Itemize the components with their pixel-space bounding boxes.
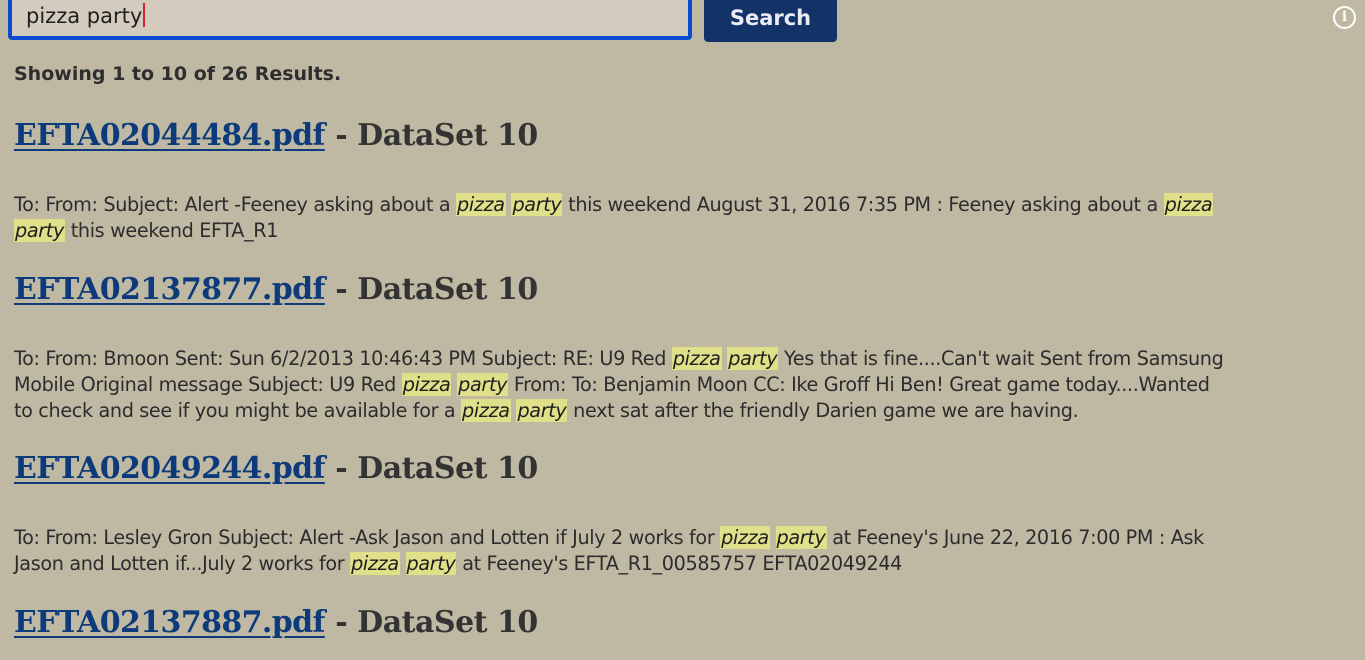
highlighted-term: pizza	[720, 526, 770, 549]
snippet-line: Jason and Lotten if...July 2 works for p…	[14, 551, 1362, 577]
snippet-text: this weekend EFTA_R1	[64, 219, 279, 242]
snippet-text: To: From: Subject: Alert -Feeney asking …	[14, 193, 457, 216]
result-title: EFTA02137877.pdf - DataSet 10	[14, 272, 538, 307]
result-dataset: - DataSet 10	[335, 118, 538, 153]
snippet-text	[770, 526, 776, 549]
result-dataset: - DataSet 10	[335, 272, 538, 307]
search-input-box[interactable]: pizza party	[8, 0, 692, 40]
snippet-text: To: From: Bmoon Sent: Sun 6/2/2013 10:46…	[14, 347, 672, 370]
snippet-text: From: To: Benjamin Moon CC: Ike Groff Hi…	[508, 373, 1210, 396]
snippet-text: next sat after the friendly Darien game …	[567, 399, 1079, 422]
snippet-text: Jason and Lotten if...July 2 works for	[14, 552, 351, 575]
highlighted-term: party	[727, 347, 779, 370]
snippet-line: to check and see if you might be availab…	[14, 398, 1362, 424]
search-button[interactable]: Search	[704, 0, 837, 42]
highlighted-term: party	[14, 219, 65, 242]
result-count: Showing 1 to 10 of 26 Results.	[14, 63, 342, 85]
highlighted-term: party	[457, 373, 509, 396]
result-dataset: - DataSet 10	[335, 605, 538, 640]
search-query-text: pizza party	[26, 4, 143, 28]
snippet-line: Mobile Original message Subject: U9 Red …	[14, 372, 1362, 398]
result-title: EFTA02049244.pdf - DataSet 10	[14, 451, 538, 486]
highlighted-term: party	[775, 526, 827, 549]
search-results-page: pizza party Search i Showing 1 to 10 of …	[0, 0, 1365, 660]
snippet-line: To: From: Bmoon Sent: Sun 6/2/2013 10:46…	[14, 346, 1362, 372]
result-snippet: To: From: Bmoon Sent: Sun 6/2/2013 10:46…	[14, 346, 1362, 424]
snippet-line: party this weekend EFTA_R1	[14, 218, 1362, 244]
result-file-link[interactable]: EFTA02137877.pdf	[14, 272, 325, 307]
snippet-text: Mobile Original message Subject: U9 Red	[14, 373, 402, 396]
result-dataset: - DataSet 10	[335, 451, 538, 486]
result-snippet: To: From: Lesley Gron Subject: Alert -As…	[14, 525, 1362, 577]
snippet-text: this weekend August 31, 2016 7:35 PM : F…	[562, 193, 1164, 216]
highlighted-term: party	[511, 193, 563, 216]
result-snippet: To: From: Subject: Alert -Feeney asking …	[14, 192, 1362, 244]
snippet-text: at Feeney's EFTA_R1_00585757 EFTA0204924…	[456, 552, 903, 575]
highlighted-term: pizza	[671, 347, 722, 370]
snippet-text: to check and see if you might be availab…	[14, 399, 462, 422]
result-title: EFTA02137887.pdf - DataSet 10	[14, 605, 538, 640]
snippet-line: To: From: Subject: Alert -Feeney asking …	[14, 192, 1362, 218]
highlighted-term: pizza	[456, 193, 506, 216]
snippet-line: To: From: Lesley Gron Subject: Alert -As…	[14, 525, 1362, 551]
result-file-link[interactable]: EFTA02044484.pdf	[14, 118, 325, 153]
search-input[interactable]: pizza party	[12, 3, 146, 36]
snippet-text: at Feeney's June 22, 2016 7:00 PM : Ask	[826, 526, 1204, 549]
highlighted-term: pizza	[461, 399, 511, 422]
highlighted-term: pizza	[1163, 193, 1214, 216]
highlighted-term: pizza	[350, 552, 400, 575]
highlighted-term: pizza	[401, 373, 452, 396]
result-title: EFTA02044484.pdf - DataSet 10	[14, 118, 538, 153]
result-file-link[interactable]: EFTA02049244.pdf	[14, 451, 325, 486]
highlighted-term: party	[405, 552, 457, 575]
snippet-text: To: From: Lesley Gron Subject: Alert -As…	[14, 526, 721, 549]
result-file-link[interactable]: EFTA02137887.pdf	[14, 605, 325, 640]
text-caret	[143, 3, 146, 27]
info-icon[interactable]: i	[1333, 6, 1356, 29]
snippet-text: Yes that is fine....Can't wait Sent from…	[778, 347, 1224, 370]
snippet-text	[400, 552, 406, 575]
highlighted-term: party	[516, 399, 568, 422]
